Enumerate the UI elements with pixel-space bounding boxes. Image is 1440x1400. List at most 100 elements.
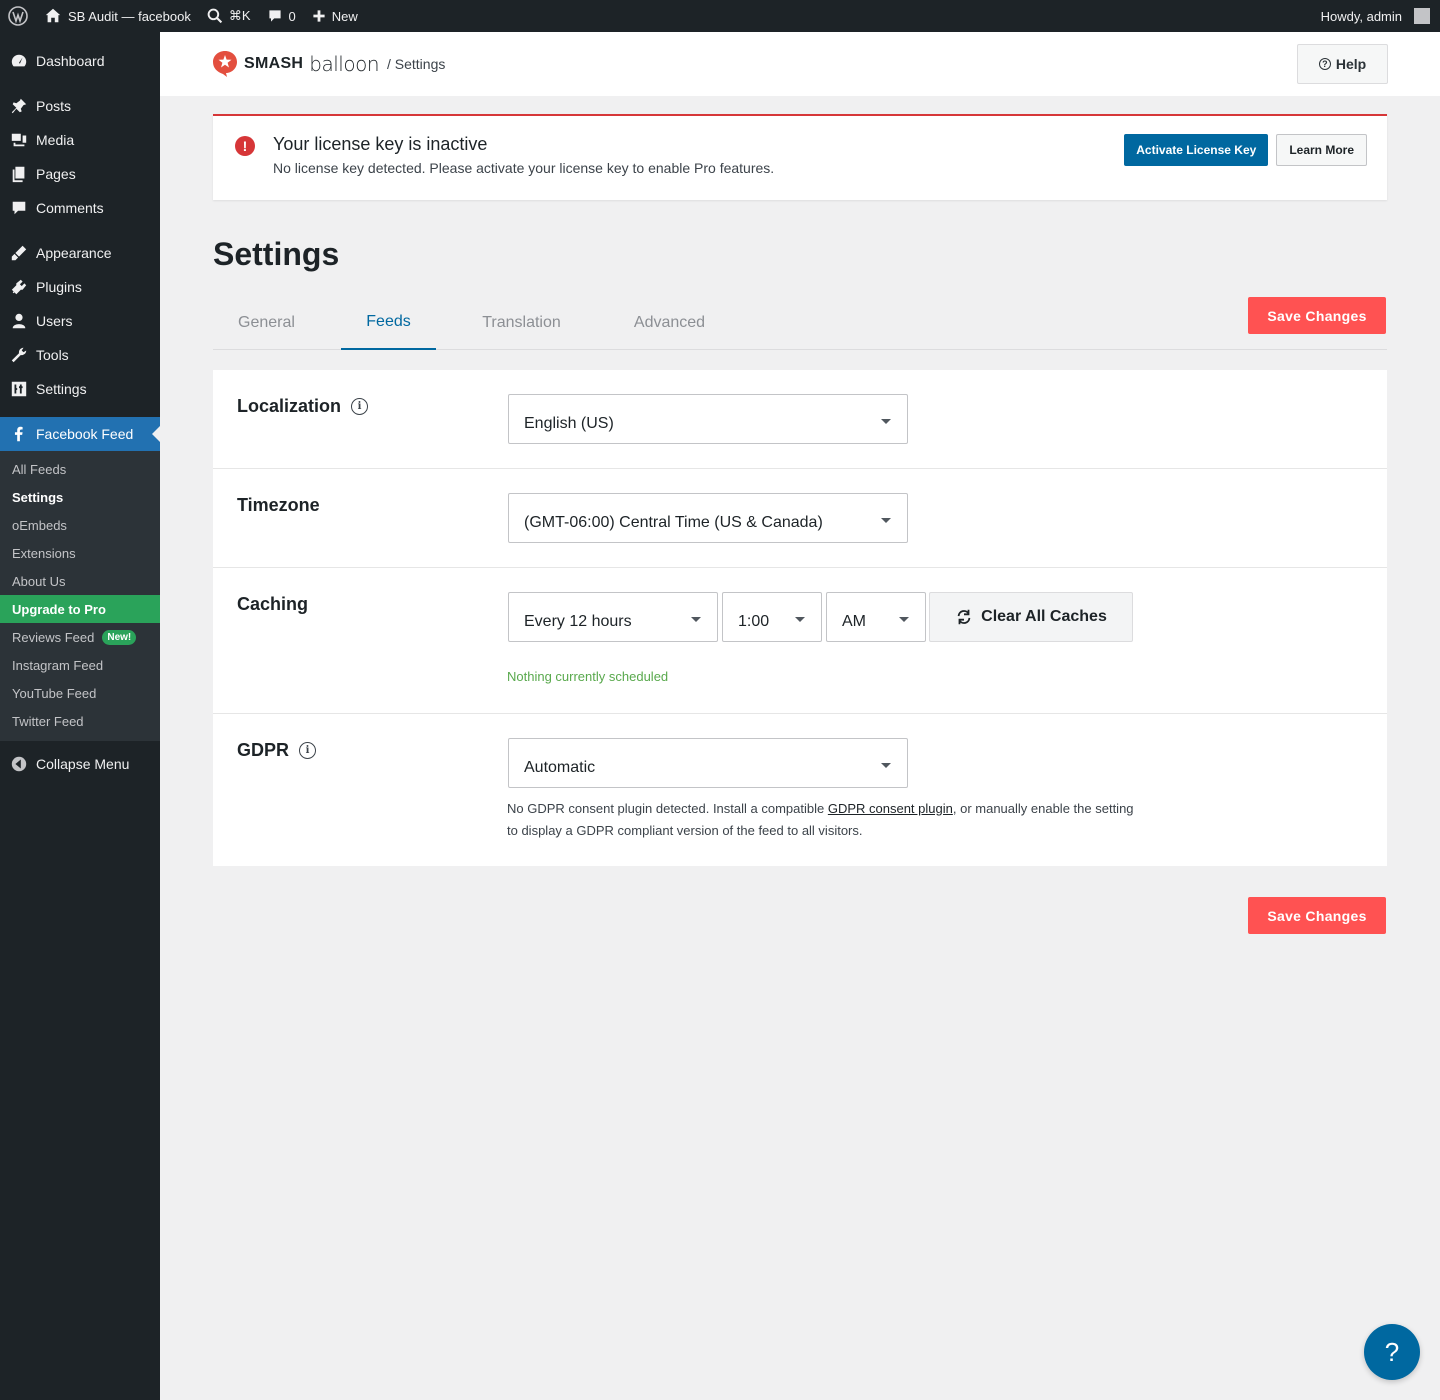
admin-bar: SB Audit — facebook ⌘K 0 New Howdy, admi… xyxy=(0,0,1440,32)
submenu-upgrade-to-pro[interactable]: Upgrade to Pro xyxy=(0,595,160,623)
site-name-link[interactable]: SB Audit — facebook xyxy=(36,0,199,32)
plus-icon xyxy=(313,10,325,22)
dashboard-icon xyxy=(10,52,28,70)
sidebar-item-comments[interactable]: Comments xyxy=(0,191,160,225)
sidebar-item-facebook-feed[interactable]: Facebook Feed xyxy=(0,417,160,451)
cache-ampm-select[interactable]: AM xyxy=(826,592,926,642)
comments-link[interactable]: 0 xyxy=(259,0,304,32)
logo-balloon-text: balloon xyxy=(309,52,379,76)
cache-interval-select[interactable]: Every 12 hours xyxy=(508,592,718,642)
submenu-reviews-feed-label: Reviews Feed xyxy=(12,629,95,645)
new-label: New xyxy=(331,8,358,24)
submenu-extensions[interactable]: Extensions xyxy=(0,539,160,567)
breadcrumb: / Settings xyxy=(387,56,446,72)
caret-down-icon xyxy=(881,518,891,523)
submenu-settings[interactable]: Settings xyxy=(0,483,160,511)
media-icon xyxy=(10,131,28,149)
sidebar-item-tools[interactable]: Tools xyxy=(0,338,160,372)
tab-advanced[interactable]: Advanced xyxy=(613,296,726,350)
help-button[interactable]: ? Help xyxy=(1297,44,1388,84)
facebook-icon xyxy=(10,425,28,443)
notice-description: No license key detected. Please activate… xyxy=(273,160,775,176)
submenu-reviews-feed[interactable]: Reviews Feed New! xyxy=(0,623,160,651)
admin-sidebar: Dashboard Posts Media Pages Comments App… xyxy=(0,32,160,1400)
sidebar-item-dashboard[interactable]: Dashboard xyxy=(0,44,160,78)
submenu-twitter-feed[interactable]: Twitter Feed xyxy=(0,707,160,735)
new-badge: New! xyxy=(102,629,137,645)
clear-all-caches-button[interactable]: Clear All Caches xyxy=(929,592,1133,642)
localization-row: Localization i English (US) xyxy=(213,370,1387,469)
timezone-select[interactable]: (GMT-06:00) Central Time (US & Canada) xyxy=(508,493,908,543)
collapse-icon xyxy=(10,755,28,773)
account-menu[interactable]: Howdy, admin xyxy=(1313,0,1440,32)
sidebar-item-appearance[interactable]: Appearance xyxy=(0,236,160,270)
gdpr-row: GDPR i Automatic No GDPR consent plugin … xyxy=(213,714,1387,866)
sliders-icon xyxy=(10,380,28,398)
collapse-menu-button[interactable]: Collapse Menu xyxy=(0,747,160,781)
notice-title: Your license key is inactive xyxy=(273,134,488,154)
balloon-logo-icon xyxy=(213,51,237,77)
plugin-icon xyxy=(10,278,28,296)
localization-select[interactable]: English (US) xyxy=(508,394,908,444)
tab-translation[interactable]: Translation xyxy=(459,296,584,350)
save-changes-button-bottom[interactable]: Save Changes xyxy=(1248,897,1386,934)
comment-icon xyxy=(10,199,28,217)
tab-feeds[interactable]: Feeds xyxy=(341,296,436,350)
caret-down-icon xyxy=(881,763,891,768)
pages-icon xyxy=(10,165,28,183)
sidebar-item-media[interactable]: Media xyxy=(0,123,160,157)
site-name: SB Audit — facebook xyxy=(68,8,191,24)
info-icon[interactable]: i xyxy=(299,742,317,759)
caching-row: Caching Every 12 hours 1:00 AM Clear All… xyxy=(213,568,1387,714)
sidebar-item-pages[interactable]: Pages xyxy=(0,157,160,191)
sidebar-item-posts[interactable]: Posts xyxy=(0,89,160,123)
user-icon xyxy=(10,312,28,330)
gdpr-select[interactable]: Automatic xyxy=(508,738,908,788)
floating-help-button[interactable]: ? xyxy=(1364,1324,1420,1380)
gdpr-consent-plugin-link[interactable]: GDPR consent plugin xyxy=(828,801,953,816)
cache-time-select[interactable]: 1:00 xyxy=(722,592,822,642)
caret-down-icon xyxy=(795,617,805,622)
sidebar-item-settings[interactable]: Settings xyxy=(0,372,160,406)
caret-down-icon xyxy=(881,419,891,424)
sidebar-item-users[interactable]: Users xyxy=(0,304,160,338)
page-title: Settings xyxy=(213,236,340,272)
submenu-all-feeds[interactable]: All Feeds xyxy=(0,455,160,483)
pin-icon xyxy=(10,97,28,115)
plugin-header: SMASH balloon / Settings ? Help xyxy=(160,32,1440,96)
timezone-label: Timezone xyxy=(237,495,320,515)
gdpr-note: No GDPR consent plugin detected. Install… xyxy=(507,801,1134,838)
sidebar-item-plugins[interactable]: Plugins xyxy=(0,270,160,304)
wrench-icon xyxy=(10,346,28,364)
smash-balloon-logo: SMASH balloon xyxy=(212,49,379,79)
refresh-icon xyxy=(957,609,971,625)
settings-card: Localization i English (US) Timezone (GM… xyxy=(213,370,1387,866)
comments-count: 0 xyxy=(288,8,296,24)
save-changes-button-top[interactable]: Save Changes xyxy=(1248,297,1386,334)
comment-icon xyxy=(268,10,281,22)
shortcut-label: ⌘K xyxy=(228,8,251,23)
new-content-button[interactable]: New xyxy=(304,0,366,32)
caret-down-icon xyxy=(899,617,909,622)
help-label: Help xyxy=(1335,56,1367,72)
avatar xyxy=(1414,8,1430,24)
activate-license-button[interactable]: Activate License Key xyxy=(1124,134,1269,166)
howdy-label: Howdy, admin xyxy=(1320,8,1402,24)
caching-label: Caching xyxy=(237,594,309,614)
submenu-youtube-feed[interactable]: YouTube Feed xyxy=(0,679,160,707)
command-palette-button[interactable]: ⌘K xyxy=(199,0,259,32)
gdpr-label: GDPR i xyxy=(237,740,317,761)
submenu-instagram-feed[interactable]: Instagram Feed xyxy=(0,651,160,679)
brush-icon xyxy=(10,244,28,262)
submenu-oembeds[interactable]: oEmbeds xyxy=(0,511,160,539)
settings-tabs: General Feeds Translation Advanced Save … xyxy=(213,296,1387,350)
submenu-about-us[interactable]: About Us xyxy=(0,567,160,595)
learn-more-button[interactable]: Learn More xyxy=(1276,134,1367,166)
error-icon: ! xyxy=(235,136,255,156)
wordpress-logo-button[interactable] xyxy=(0,0,36,32)
logo-smash-text: SMASH xyxy=(244,55,304,72)
info-icon[interactable]: i xyxy=(351,398,369,415)
tab-general[interactable]: General xyxy=(213,296,320,350)
home-icon xyxy=(45,8,61,23)
facebook-feed-submenu: All Feeds Settings oEmbeds Extensions Ab… xyxy=(0,451,160,741)
